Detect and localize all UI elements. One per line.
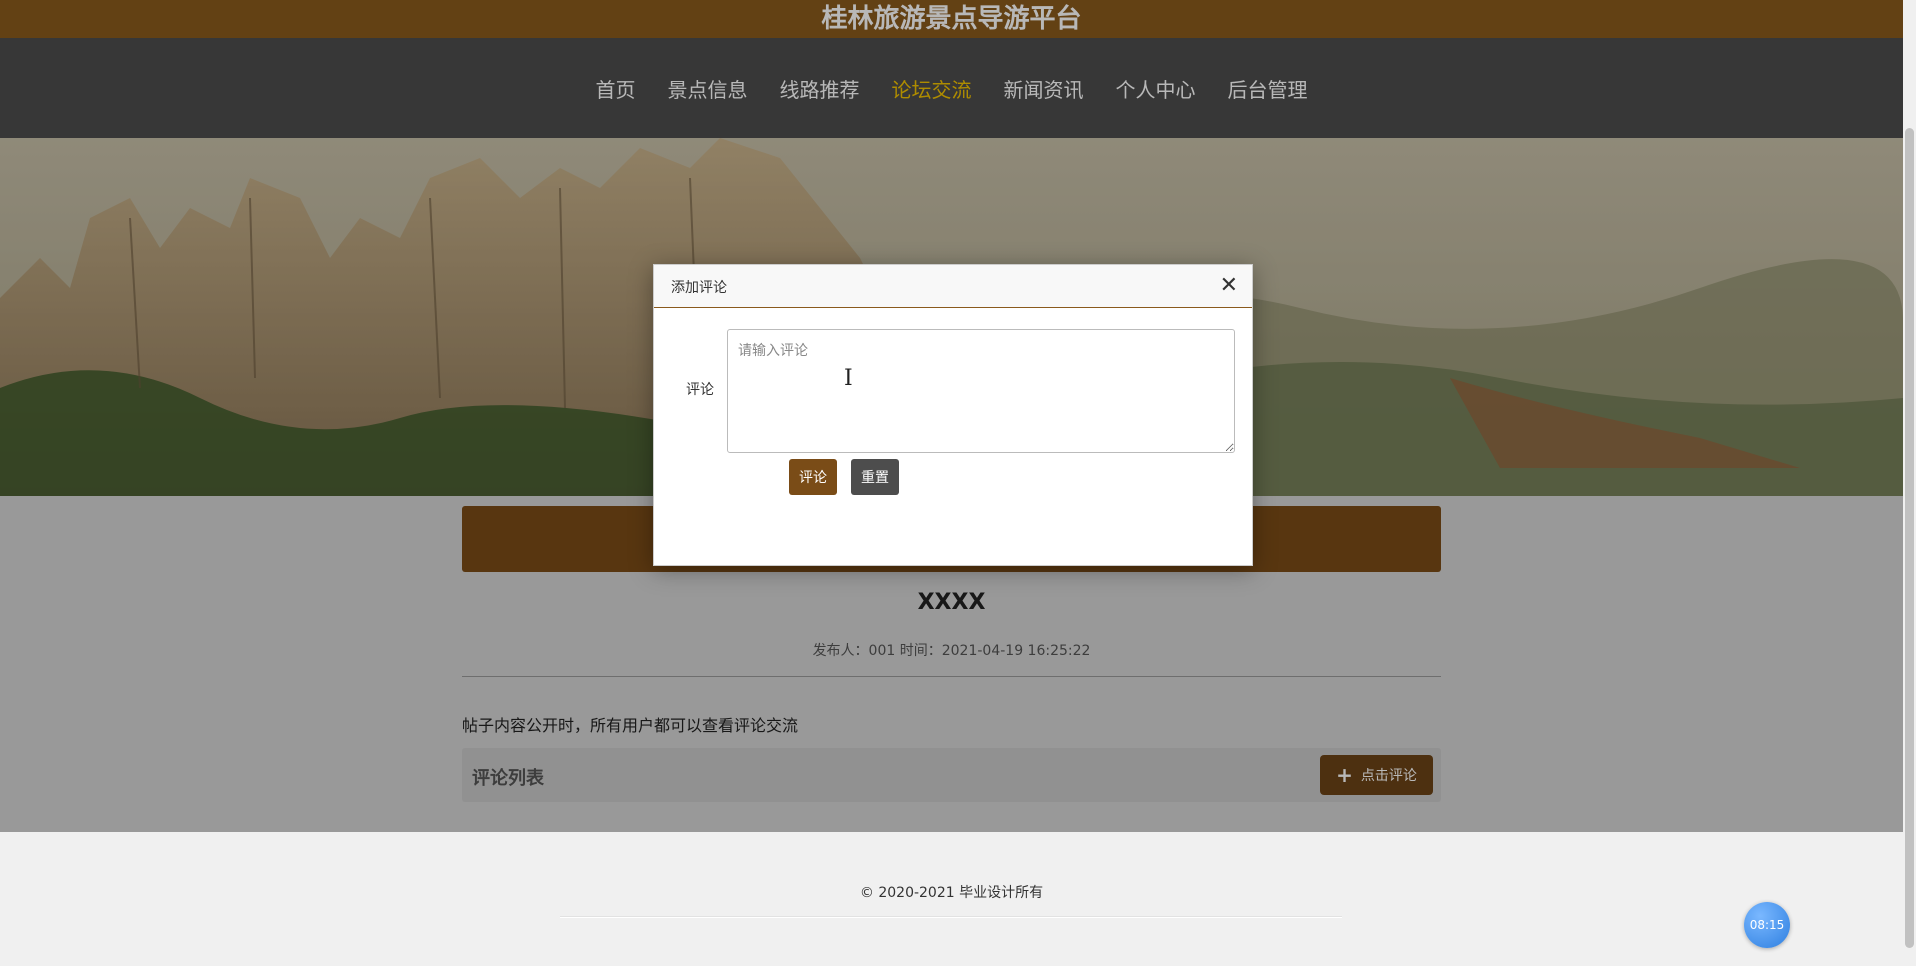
comment-field-label: 评论 (686, 382, 714, 398)
plus-icon: + (1336, 763, 1353, 787)
scrollbar[interactable] (1903, 0, 1916, 966)
divider (462, 676, 1441, 677)
nav-admin[interactable]: 后台管理 (1226, 68, 1310, 109)
add-comment-button[interactable]: + 点击评论 (1320, 755, 1433, 795)
text-cursor-icon: I (844, 366, 853, 391)
comment-list-title: 评论列表 (472, 768, 544, 789)
copyright: © 2020-2021 毕业设计所有 (859, 885, 1044, 901)
nav-forum[interactable]: 论坛交流 (890, 68, 974, 109)
comment-input[interactable] (727, 329, 1235, 453)
nav-home[interactable]: 首页 (594, 68, 638, 109)
add-comment-dialog: 添加评论 ✕ 评论 评论 重置 (653, 264, 1253, 566)
post-body: 帖子内容公开时，所有用户都可以查看评论交流 (462, 716, 799, 735)
nav-attractions[interactable]: 景点信息 (666, 68, 750, 109)
dialog-title: 添加评论 (671, 280, 727, 296)
main-nav: 首页 景点信息 线路推荐 论坛交流 新闻资讯 个人中心 后台管理 (0, 38, 1903, 138)
nav-routes[interactable]: 线路推荐 (778, 68, 862, 109)
footer: © 2020-2021 毕业设计所有 (0, 832, 1903, 966)
page: 桂林旅游景点导游平台 首页 景点信息 线路推荐 论坛交流 新闻资讯 个人中心 后… (0, 0, 1903, 966)
add-comment-label: 点击评论 (1360, 768, 1417, 784)
submit-comment-button[interactable]: 评论 (789, 459, 837, 495)
scrollbar-thumb[interactable] (1905, 128, 1914, 948)
nav-profile[interactable]: 个人中心 (1114, 68, 1198, 109)
comment-list-header: 评论列表 + 点击评论 (462, 748, 1441, 802)
site-title: 桂林旅游景点导游平台 (0, 0, 1903, 38)
footer-divider (560, 916, 1342, 918)
close-icon[interactable]: ✕ (1220, 273, 1238, 298)
dialog-header: 添加评论 ✕ (654, 265, 1252, 308)
clock-widget[interactable]: 08:15 (1744, 902, 1790, 948)
reset-button[interactable]: 重置 (851, 459, 899, 495)
post-title: XXXX (917, 590, 986, 615)
post-meta: 发布人：001 时间：2021-04-19 16:25:22 (812, 643, 1091, 659)
nav-news[interactable]: 新闻资讯 (1002, 68, 1086, 109)
